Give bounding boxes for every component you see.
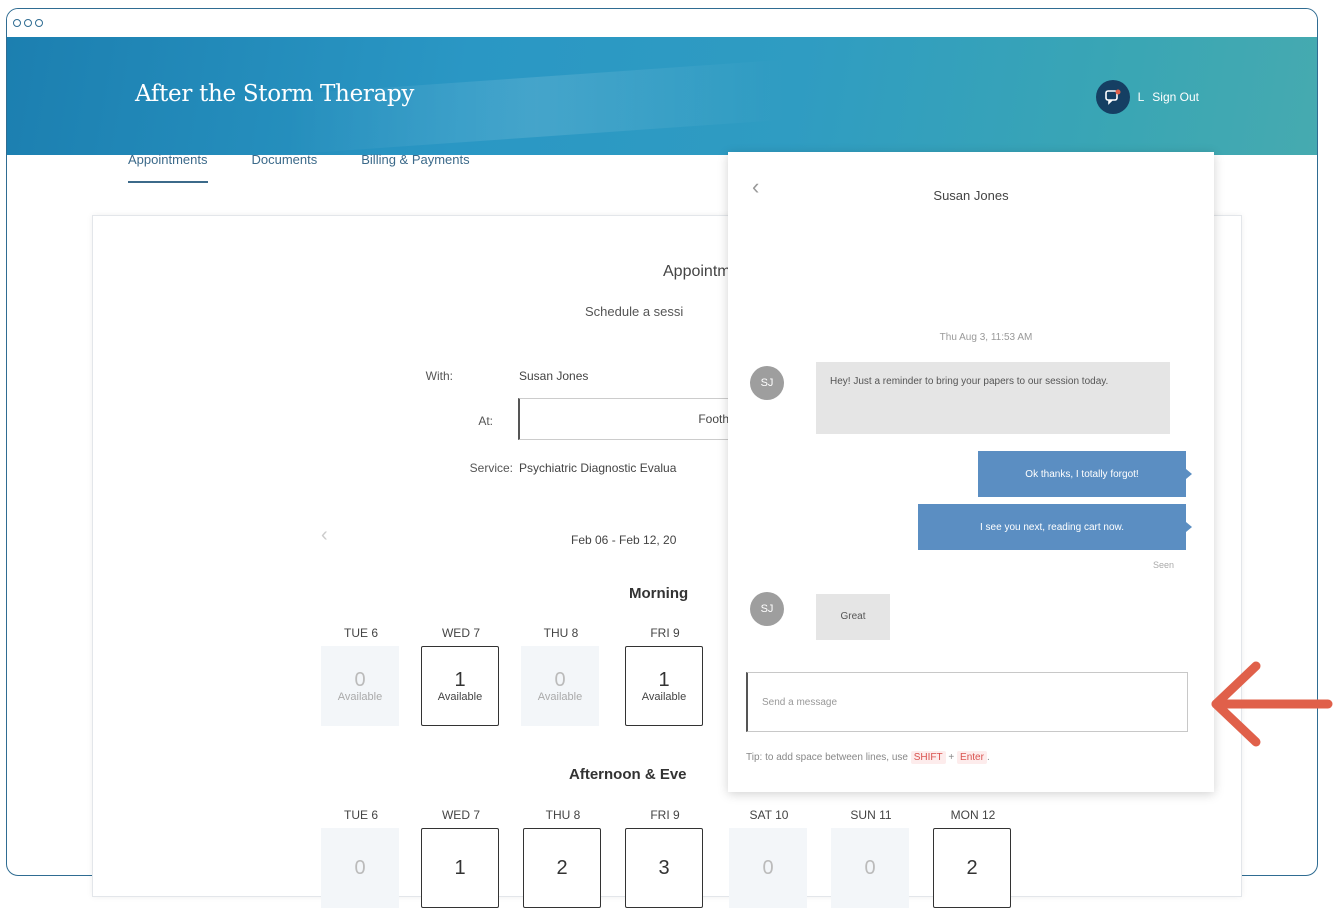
service-label: Service: [469, 461, 513, 475]
with-label: With: [425, 369, 453, 383]
sign-out-link[interactable]: Sign Out [1152, 90, 1199, 104]
annotation-arrow-icon [1211, 661, 1333, 747]
afternoon-day-column: SAT 10 0 [729, 808, 809, 908]
day-label: SAT 10 [749, 808, 789, 822]
main-tabs: Appointments Documents Billing & Payment… [128, 152, 470, 183]
chat-timestamp: Thu Aug 3, 11:53 AM [939, 332, 1033, 343]
chat-panel: ‹ Susan Jones Thu Aug 3, 11:53 AM SJ Hey… [728, 152, 1214, 792]
chat-contact-name: Susan Jones [933, 188, 1009, 203]
morning-day-column: TUE 6 0 Available [321, 626, 401, 726]
enter-key-label: Enter [957, 751, 987, 764]
slot-count: 0 Available [521, 646, 599, 726]
message-incoming: Great [816, 594, 890, 640]
day-label: SUN 11 [850, 808, 892, 822]
afternoon-day-column: MON 12 2 [933, 808, 1013, 908]
service-value: Psychiatric Diagnostic Evalua [519, 461, 677, 475]
day-label: THU 8 [545, 808, 581, 822]
app-title: After the Storm Therapy [135, 81, 415, 107]
message-incoming: Hey! Just a reminder to bring your paper… [816, 362, 1170, 434]
window-control-dot[interactable] [13, 19, 21, 27]
slot-button[interactable]: 1 [421, 828, 499, 908]
chat-bubble-icon [1104, 89, 1121, 105]
tab-documents[interactable]: Documents [252, 152, 318, 183]
day-label: WED 7 [441, 808, 480, 822]
slot-button[interactable]: 1 Available [421, 646, 499, 726]
avatar: SJ [750, 366, 784, 400]
tab-appointments[interactable]: Appointments [128, 152, 208, 183]
day-label: FRI 9 [650, 626, 680, 640]
morning-day-column: WED 7 1 Available [421, 626, 501, 726]
window-control-dot[interactable] [24, 19, 32, 27]
seen-indicator: Seen [1152, 560, 1174, 570]
chat-header: ‹ Susan Jones [728, 152, 1214, 232]
slot-button[interactable]: 2 [933, 828, 1011, 908]
slot-button[interactable]: 2 [523, 828, 601, 908]
tip-plus: + [948, 752, 955, 763]
morning-day-column: THU 8 0 Available [521, 626, 601, 726]
input-tip: Tip: to add space between lines, use SHI… [746, 751, 990, 764]
afternoon-day-column: FRI 9 3 [625, 808, 705, 908]
day-label: THU 8 [543, 626, 579, 640]
at-label: At: [478, 414, 493, 428]
chat-toggle-button[interactable] [1095, 80, 1130, 114]
day-label: WED 7 [441, 626, 480, 640]
message-input[interactable]: Send a message [746, 672, 1188, 732]
slot-count: 0 [729, 828, 807, 908]
app-header: After the Storm Therapy L Sign Out [7, 37, 1317, 155]
afternoon-day-column: THU 8 2 [523, 808, 603, 908]
shift-key-label: SHIFT [910, 751, 946, 764]
with-value: Susan Jones [519, 369, 589, 383]
window-control-dot[interactable] [35, 19, 43, 27]
user-initial: L [1137, 90, 1145, 104]
day-label: TUE 6 [343, 626, 378, 640]
tab-billing-payments[interactable]: Billing & Payments [361, 152, 469, 183]
window-titlebar [7, 9, 1317, 38]
day-label: MON 12 [950, 808, 996, 822]
morning-heading: Morning [629, 585, 689, 602]
message-input-placeholder: Send a message [762, 696, 838, 708]
message-outgoing: Ok thanks, I totally forgot! [978, 451, 1192, 497]
message-outgoing: I see you next, reading cart now. [918, 504, 1192, 550]
slot-button[interactable]: 3 [625, 828, 703, 908]
prev-week-arrow[interactable]: ‹ [321, 524, 328, 547]
avatar: SJ [750, 592, 784, 626]
morning-day-column: FRI 9 1 Available [625, 626, 705, 726]
slot-button[interactable]: 1 Available [625, 646, 703, 726]
tip-text: Tip: to add space between lines, use [746, 752, 908, 763]
afternoon-day-column: WED 7 1 [421, 808, 501, 908]
afternoon-heading: Afternoon & Eve [569, 766, 687, 783]
day-label: FRI 9 [650, 808, 680, 822]
day-label: TUE 6 [343, 808, 378, 822]
slot-count: 0 [831, 828, 909, 908]
week-range: Feb 06 - Feb 12, 20 [571, 533, 677, 547]
slot-count: 0 [321, 828, 399, 908]
tip-suffix: . [986, 752, 990, 763]
afternoon-day-column: SUN 11 0 [831, 808, 911, 908]
afternoon-day-column: TUE 6 0 [321, 808, 401, 908]
slot-count: 0 Available [321, 646, 399, 726]
